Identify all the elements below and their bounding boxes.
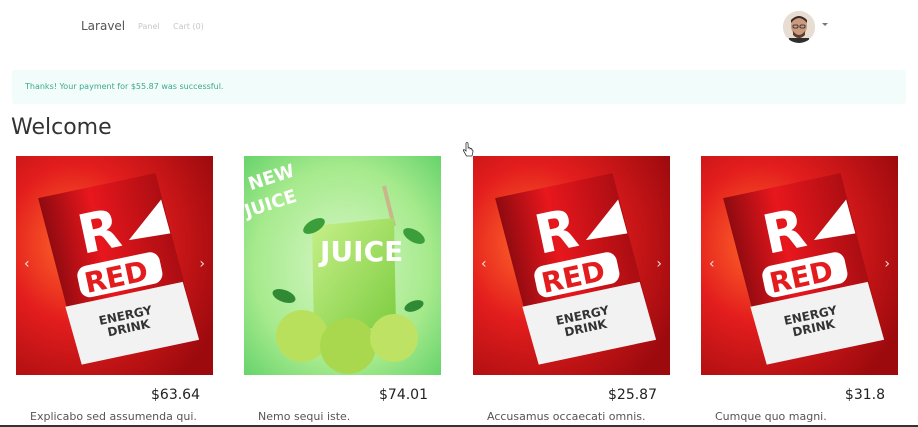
page-title: Welcome [11,115,112,140]
carousel-next-icon[interactable]: › [193,256,205,272]
juice-box-image: NEW JUICE JUICE [244,156,441,375]
alert-message: Thanks! Your payment for $55.87 was succ… [25,82,224,91]
carousel-prev-icon[interactable]: ‹ [481,256,493,272]
svg-text:JUICE: JUICE [318,235,403,268]
product-image-carousel[interactable]: R RED ENERGY DRINK ‹ › [473,156,670,375]
product-description: Explicabo sed assumenda qui. [30,410,197,423]
product-card[interactable]: R RED ENERGY DRINK ‹ › $25.87 Accusamus … [473,156,670,427]
avatar[interactable] [783,11,815,43]
payment-success-alert: Thanks! Your payment for $55.87 was succ… [12,70,906,104]
product-card[interactable]: R RED ENERGY DRINK ‹ › $63.64 Explicabo … [16,156,213,427]
carousel-next-icon[interactable]: › [878,256,890,272]
brand-link[interactable]: Laravel [81,19,125,33]
product-image-carousel[interactable]: NEW JUICE JUICE [244,156,441,375]
product-description: Cumque quo magni. [715,410,827,423]
chevron-down-icon[interactable] [822,23,828,26]
carousel-prev-icon[interactable]: ‹ [709,256,721,272]
product-price: $25.87 [608,387,657,403]
carousel-prev-icon[interactable]: ‹ [24,256,36,272]
energy-drink-can-image: R RED ENERGY DRINK [701,156,898,375]
product-price: $74.01 [379,387,428,403]
product-description: Accusamus occaecati omnis. [487,410,646,423]
nav-link-cart[interactable]: Cart (0) [173,22,204,31]
product-card[interactable]: R RED ENERGY DRINK ‹ › $31.8 Cumque quo … [701,156,898,427]
energy-drink-can-image: R RED ENERGY DRINK [473,156,670,375]
product-price: $63.64 [151,387,200,403]
carousel-next-icon[interactable]: › [650,256,662,272]
product-price: $31.8 [844,387,885,403]
nav-link-panel[interactable]: Panel [138,22,160,31]
product-card[interactable]: NEW JUICE JUICE $74.01 Nemo sequi iste. [244,156,441,427]
navbar: Laravel Panel Cart (0) [0,0,918,56]
product-description: Nemo sequi iste. [258,410,351,423]
product-image-carousel[interactable]: R RED ENERGY DRINK ‹ › [701,156,898,375]
product-image-carousel[interactable]: R RED ENERGY DRINK ‹ › [16,156,213,375]
energy-drink-can-image: R RED ENERGY DRINK [16,156,213,375]
user-menu-toggle[interactable] [783,11,833,43]
